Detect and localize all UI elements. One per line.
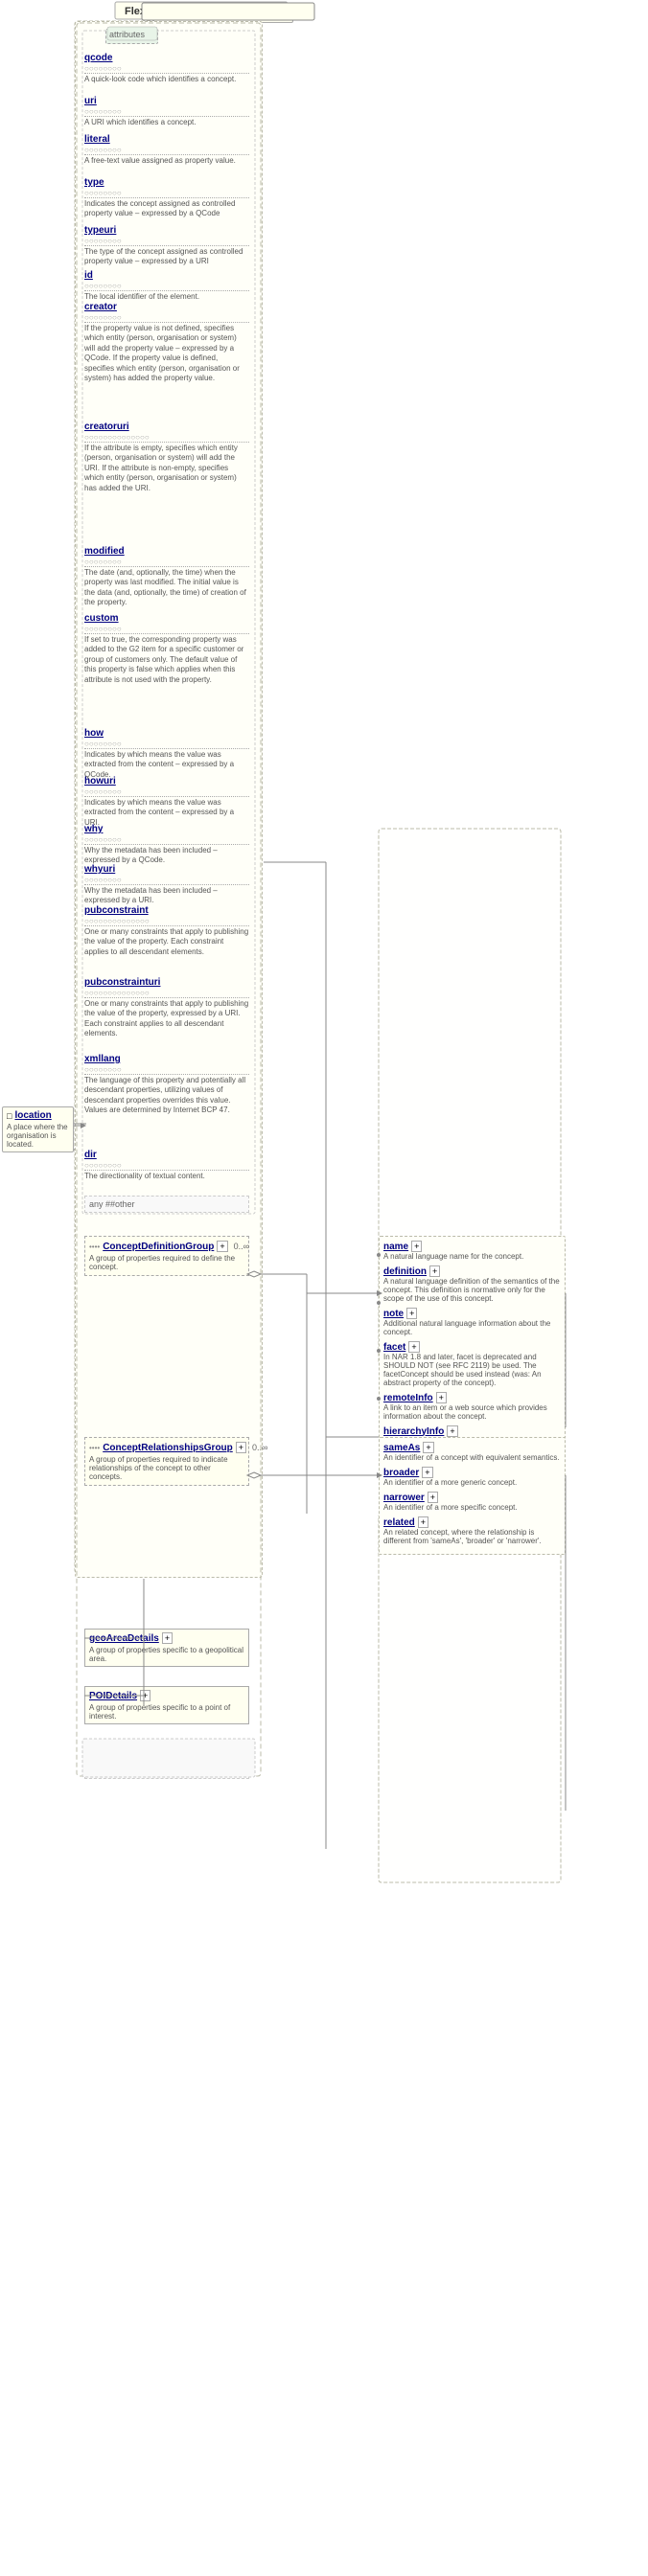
concept-definition-group-box: •••• ConceptDefinitionGroup + 0..∞ A gro… xyxy=(84,1236,249,1276)
attr-modified: modified ○○○○○○○○ The date (and, optiona… xyxy=(84,546,249,608)
attr-literal: literal ○○○○○○○○ A free-text value assig… xyxy=(84,134,249,166)
right-item-name: name + A natural language name for the c… xyxy=(383,1241,561,1261)
concept-relationships-group-box: •••• ConceptRelationshipsGroup + 0..∞ A … xyxy=(84,1437,249,1486)
attr-creatoruri: creatoruri ○○○○○○○○○○○○○○ If the attribu… xyxy=(84,422,249,493)
facet-expand-icon[interactable]: + xyxy=(408,1341,419,1353)
any-other-2: any ##other Extension point for any de-d… xyxy=(84,1744,249,1779)
poi-details-expand-icon[interactable]: + xyxy=(140,1690,150,1701)
right-item-sameas: sameAs + An identifier of a concept with… xyxy=(383,1442,561,1462)
right-item-facet: facet + In NAR 1.8 and later, facet is d… xyxy=(383,1341,561,1387)
related-expand-icon[interactable]: + xyxy=(418,1516,428,1528)
narrower-expand-icon[interactable]: + xyxy=(428,1492,438,1503)
definition-expand-icon[interactable]: + xyxy=(429,1265,440,1277)
remoteinfo-expand-icon[interactable]: + xyxy=(436,1392,447,1403)
any-other-1: any ##other xyxy=(84,1196,249,1213)
right-item-related: related + An related concept, where the … xyxy=(383,1516,561,1545)
concept-relationships-expand-icon[interactable]: + xyxy=(236,1442,246,1453)
attr-how: how ○○○○○○○○ Indicates by which means th… xyxy=(84,728,249,780)
sameas-expand-icon[interactable]: + xyxy=(423,1442,433,1453)
location-box: □ location A place where the organisatio… xyxy=(2,1106,74,1152)
attr-qcode: qcode ○○○○○○○○ A quick-look code which i… xyxy=(84,53,249,84)
diagram-title: FlexLocationPropType xyxy=(153,4,293,23)
poi-details-box: POIDetails + A group of properties speci… xyxy=(84,1686,249,1724)
right-item-broader: broader + An identifier of a more generi… xyxy=(383,1467,561,1487)
name-expand-icon[interactable]: + xyxy=(411,1241,422,1252)
attr-why: why ○○○○○○○○ Why the metadata has been i… xyxy=(84,824,249,866)
attr-uri: uri ○○○○○○○○ A URI which identifies a co… xyxy=(84,96,249,127)
attr-dir: dir ○○○○○○○○ The directionality of textu… xyxy=(84,1150,249,1181)
geo-area-details-box: geoAreaDetails + A group of properties s… xyxy=(84,1629,249,1667)
attr-howuri: howuri ○○○○○○○○ Indicates by which means… xyxy=(84,776,249,828)
attr-typeuri: typeuri ○○○○○○○○ The type of the concept… xyxy=(84,225,249,267)
broader-expand-icon[interactable]: + xyxy=(422,1467,432,1478)
concept-definition-expand-icon[interactable]: + xyxy=(217,1241,227,1252)
hierarchyinfo-expand-icon[interactable]: + xyxy=(447,1425,457,1437)
right-item-note: note + Additional natural language infor… xyxy=(383,1308,561,1336)
right-item-definition: definition + A natural language definiti… xyxy=(383,1265,561,1303)
right-item-remoteinfo: remoteInfo + A link to an item or a web … xyxy=(383,1392,561,1421)
attributes-section: attributes xyxy=(105,29,158,44)
attr-id: id ○○○○○○○○ The local identifier of the … xyxy=(84,270,249,302)
attr-pubconstrainturi: pubconstrainturi ○○○○○○○○○○○○○○ One or m… xyxy=(84,977,249,1039)
attr-creator: creator ○○○○○○○○ If the property value i… xyxy=(84,302,249,383)
attr-xmllang: xmllang ○○○○○○○○ The language of this pr… xyxy=(84,1054,249,1116)
attr-custom: custom ○○○○○○○○ If set to true, the corr… xyxy=(84,613,249,685)
attr-whyuri: whyuri ○○○○○○○○ Why the metadata has bee… xyxy=(84,864,249,906)
geo-area-expand-icon[interactable]: + xyxy=(162,1632,173,1644)
attr-pubconstraint: pubconstraint ○○○○○○○○○○○○○○ One or many… xyxy=(84,905,249,957)
right-item-narrower: narrower + An identifier of a more speci… xyxy=(383,1492,561,1512)
attr-type: type ○○○○○○○○ Indicates the concept assi… xyxy=(84,177,249,219)
note-expand-icon[interactable]: + xyxy=(406,1308,417,1319)
concept-rel-items-panel: sameAs + An identifier of a concept with… xyxy=(379,1437,566,1555)
